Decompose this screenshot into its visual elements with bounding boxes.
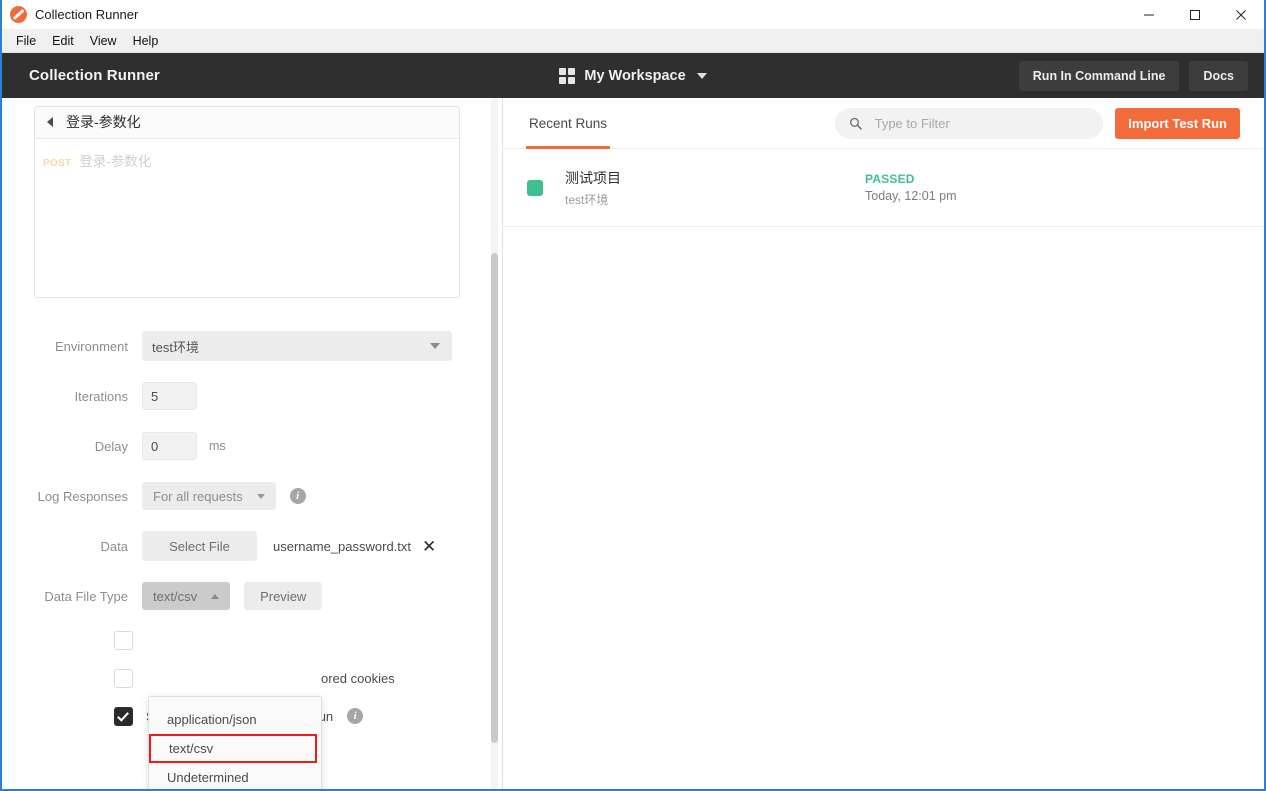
iterations-input[interactable]: [142, 382, 197, 410]
postman-logo-icon: [10, 6, 27, 23]
data-file-type-value: text/csv: [153, 588, 198, 604]
data-file-type-label: Data File Type: [44, 588, 128, 604]
close-icon[interactable]: ✕: [422, 538, 436, 555]
data-file-type-dropdown-menu: application/json text/csv Undetermined: [148, 696, 322, 789]
app-window: Collection Runner File Edit View Help Co…: [0, 0, 1266, 791]
header-actions: Run In Command Line Docs: [1018, 60, 1248, 91]
environment-row: Environment test环境: [2, 321, 502, 371]
main-body: 登录-参数化 POST 登录-参数化 Environment test环境 It…: [2, 98, 1264, 789]
title-bar: Collection Runner: [2, 0, 1264, 29]
caret-up-icon: [211, 593, 220, 599]
delay-label: Delay: [94, 438, 128, 454]
status-square-passed-icon: [527, 179, 543, 196]
delay-row: Delay ms: [2, 421, 502, 471]
chevron-down-icon: [430, 343, 440, 349]
menu-item-view[interactable]: View: [82, 31, 125, 51]
page-title: Collection Runner: [29, 67, 160, 84]
config-scroll-area: 登录-参数化 POST 登录-参数化 Environment test环境 It…: [2, 98, 502, 789]
request-name: 登录-参数化: [79, 154, 152, 169]
left-pane-scrollbar-track[interactable]: [491, 98, 498, 789]
select-file-button[interactable]: Select File: [142, 531, 257, 561]
checkbox-save-cookies[interactable]: [114, 706, 133, 726]
run-list-item[interactable]: 测试项目 test环境 PASSED Today, 12:01 pm: [503, 149, 1264, 227]
left-pane-scrollbar-thumb[interactable]: [491, 253, 498, 743]
toolbar-actions: Import Test Run: [835, 107, 1240, 139]
data-label: Data: [100, 538, 128, 554]
search-input[interactable]: [872, 114, 1090, 132]
workspace-name: My Workspace: [584, 67, 686, 84]
tab-recent-runs[interactable]: Recent Runs: [525, 98, 611, 149]
data-file-type-row: Data File Type text/csv Preview: [2, 571, 502, 621]
info-icon[interactable]: i: [289, 488, 306, 504]
recent-runs-toolbar: Recent Runs Import Test Run: [503, 98, 1264, 149]
run-environment: test环境: [565, 192, 609, 207]
data-row: Data Select File username_password.txt ✕: [2, 521, 502, 571]
log-responses-value: For all requests: [153, 488, 243, 504]
menu-item-file[interactable]: File: [8, 31, 44, 51]
request-list: POST 登录-参数化: [35, 139, 459, 297]
collection-card-header: 登录-参数化: [35, 107, 459, 139]
import-test-run-button[interactable]: Import Test Run: [1115, 107, 1240, 139]
window-controls: [1126, 0, 1264, 29]
log-responses-label: Log Responses: [37, 488, 128, 504]
iterations-row: Iterations: [2, 371, 502, 421]
delay-unit: ms: [209, 439, 226, 453]
log-responses-row: Log Responses For all requests i: [2, 471, 502, 521]
window-title: Collection Runner: [35, 7, 139, 22]
data-file-type-select[interactable]: text/csv: [142, 582, 231, 610]
checkbox-label-2: ored cookies: [321, 670, 395, 686]
minimize-button[interactable]: [1126, 0, 1172, 29]
search-icon: [850, 117, 863, 130]
preview-button[interactable]: Preview: [244, 582, 323, 610]
checkbox-stored-cookies[interactable]: [114, 668, 133, 688]
back-triangle-icon[interactable]: [47, 116, 53, 127]
data-filename: username_password.txt: [273, 538, 412, 554]
request-row[interactable]: POST 登录-参数化: [43, 150, 459, 170]
dropdown-option-text-csv[interactable]: text/csv: [149, 734, 317, 763]
status-badge: PASSED: [865, 172, 915, 186]
app-header: Collection Runner My Workspace Run In Co…: [2, 53, 1264, 98]
menu-bar: File Edit View Help: [2, 29, 1264, 53]
filter-search-box[interactable]: [835, 107, 1104, 139]
recent-runs-list: 测试项目 test环境 PASSED Today, 12:01 pm: [503, 149, 1264, 789]
run-result: PASSED Today, 12:01 pm: [865, 172, 957, 203]
iterations-label: Iterations: [74, 388, 128, 404]
environment-select[interactable]: test环境: [142, 331, 452, 361]
run-in-command-line-button[interactable]: Run In Command Line: [1018, 60, 1180, 91]
collection-request-card: 登录-参数化 POST 登录-参数化: [34, 106, 460, 298]
run-name: 测试项目: [565, 169, 621, 186]
dropdown-option-application-json[interactable]: application/json: [149, 705, 321, 734]
docs-button[interactable]: Docs: [1189, 60, 1248, 91]
run-timestamp: Today, 12:01 pm: [865, 189, 957, 203]
grid-icon: [559, 67, 576, 84]
dropdown-option-undetermined[interactable]: Undetermined: [149, 763, 321, 789]
close-button[interactable]: [1218, 0, 1264, 29]
info-icon[interactable]: i: [347, 708, 364, 724]
chevron-down-icon: [256, 493, 265, 499]
request-method: POST: [43, 158, 72, 169]
runner-config-pane: 登录-参数化 POST 登录-参数化 Environment test环境 It…: [2, 98, 503, 789]
runner-settings-form: Environment test环境 Iterations Delay m: [2, 321, 502, 735]
menu-item-help[interactable]: Help: [125, 31, 167, 51]
chevron-down-icon: [696, 72, 707, 79]
menu-item-edit[interactable]: Edit: [44, 31, 82, 51]
log-responses-select[interactable]: For all requests: [142, 482, 276, 510]
maximize-button[interactable]: [1172, 0, 1218, 29]
checkbox-unknown-1[interactable]: [114, 630, 133, 650]
environment-label: Environment: [55, 338, 128, 354]
run-names: 测试项目 test环境: [565, 168, 865, 208]
checkbox-row-1: [2, 621, 502, 659]
checkbox-row-2: ored cookies: [2, 659, 502, 697]
collection-title: 登录-参数化: [66, 113, 141, 130]
recent-runs-pane: Recent Runs Import Test Run: [503, 98, 1264, 789]
delay-input[interactable]: [142, 432, 197, 460]
environment-value: test环境: [152, 339, 199, 355]
